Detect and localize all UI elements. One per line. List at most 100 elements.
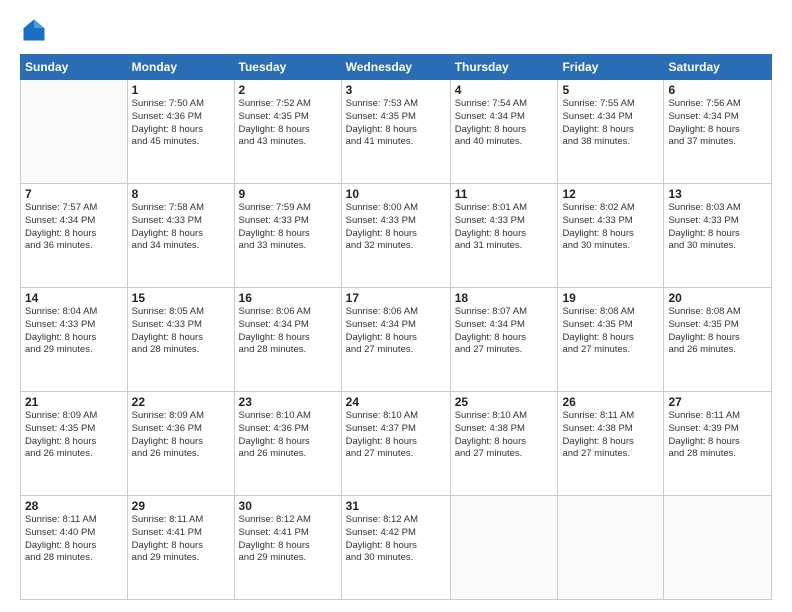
day-number: 17 — [346, 291, 446, 305]
day-number: 22 — [132, 395, 230, 409]
day-info: Sunrise: 8:12 AM Sunset: 4:42 PM Dayligh… — [346, 514, 446, 565]
day-number: 3 — [346, 83, 446, 97]
day-number: 21 — [25, 395, 123, 409]
day-number: 28 — [25, 499, 123, 513]
day-cell: 2Sunrise: 7:52 AM Sunset: 4:35 PM Daylig… — [234, 80, 341, 184]
day-number: 9 — [239, 187, 337, 201]
day-number: 8 — [132, 187, 230, 201]
day-cell: 15Sunrise: 8:05 AM Sunset: 4:33 PM Dayli… — [127, 288, 234, 392]
week-row-3: 14Sunrise: 8:04 AM Sunset: 4:33 PM Dayli… — [21, 288, 772, 392]
week-row-2: 7Sunrise: 7:57 AM Sunset: 4:34 PM Daylig… — [21, 184, 772, 288]
day-info: Sunrise: 7:57 AM Sunset: 4:34 PM Dayligh… — [25, 202, 123, 253]
day-info: Sunrise: 7:50 AM Sunset: 4:36 PM Dayligh… — [132, 98, 230, 149]
day-number: 15 — [132, 291, 230, 305]
day-number: 20 — [668, 291, 767, 305]
day-cell — [558, 496, 664, 600]
day-cell: 11Sunrise: 8:01 AM Sunset: 4:33 PM Dayli… — [450, 184, 558, 288]
day-cell: 10Sunrise: 8:00 AM Sunset: 4:33 PM Dayli… — [341, 184, 450, 288]
day-info: Sunrise: 8:02 AM Sunset: 4:33 PM Dayligh… — [562, 202, 659, 253]
day-info: Sunrise: 8:07 AM Sunset: 4:34 PM Dayligh… — [455, 306, 554, 357]
day-number: 31 — [346, 499, 446, 513]
day-number: 6 — [668, 83, 767, 97]
day-cell: 12Sunrise: 8:02 AM Sunset: 4:33 PM Dayli… — [558, 184, 664, 288]
day-info: Sunrise: 8:05 AM Sunset: 4:33 PM Dayligh… — [132, 306, 230, 357]
day-number: 4 — [455, 83, 554, 97]
day-number: 23 — [239, 395, 337, 409]
day-number: 29 — [132, 499, 230, 513]
day-cell — [664, 496, 772, 600]
day-info: Sunrise: 8:12 AM Sunset: 4:41 PM Dayligh… — [239, 514, 337, 565]
day-cell: 4Sunrise: 7:54 AM Sunset: 4:34 PM Daylig… — [450, 80, 558, 184]
day-info: Sunrise: 8:10 AM Sunset: 4:38 PM Dayligh… — [455, 410, 554, 461]
day-cell: 23Sunrise: 8:10 AM Sunset: 4:36 PM Dayli… — [234, 392, 341, 496]
day-info: Sunrise: 8:11 AM Sunset: 4:40 PM Dayligh… — [25, 514, 123, 565]
weekday-thursday: Thursday — [450, 55, 558, 80]
weekday-wednesday: Wednesday — [341, 55, 450, 80]
day-number: 2 — [239, 83, 337, 97]
day-info: Sunrise: 8:11 AM Sunset: 4:38 PM Dayligh… — [562, 410, 659, 461]
day-cell: 20Sunrise: 8:08 AM Sunset: 4:35 PM Dayli… — [664, 288, 772, 392]
weekday-sunday: Sunday — [21, 55, 128, 80]
day-cell: 29Sunrise: 8:11 AM Sunset: 4:41 PM Dayli… — [127, 496, 234, 600]
day-cell: 31Sunrise: 8:12 AM Sunset: 4:42 PM Dayli… — [341, 496, 450, 600]
day-info: Sunrise: 7:59 AM Sunset: 4:33 PM Dayligh… — [239, 202, 337, 253]
calendar-table: SundayMondayTuesdayWednesdayThursdayFrid… — [20, 54, 772, 600]
day-info: Sunrise: 8:06 AM Sunset: 4:34 PM Dayligh… — [346, 306, 446, 357]
day-cell — [21, 80, 128, 184]
day-cell: 3Sunrise: 7:53 AM Sunset: 4:35 PM Daylig… — [341, 80, 450, 184]
day-cell: 17Sunrise: 8:06 AM Sunset: 4:34 PM Dayli… — [341, 288, 450, 392]
day-info: Sunrise: 8:03 AM Sunset: 4:33 PM Dayligh… — [668, 202, 767, 253]
day-cell: 8Sunrise: 7:58 AM Sunset: 4:33 PM Daylig… — [127, 184, 234, 288]
day-info: Sunrise: 7:58 AM Sunset: 4:33 PM Dayligh… — [132, 202, 230, 253]
weekday-saturday: Saturday — [664, 55, 772, 80]
day-cell: 13Sunrise: 8:03 AM Sunset: 4:33 PM Dayli… — [664, 184, 772, 288]
day-info: Sunrise: 7:53 AM Sunset: 4:35 PM Dayligh… — [346, 98, 446, 149]
day-cell: 7Sunrise: 7:57 AM Sunset: 4:34 PM Daylig… — [21, 184, 128, 288]
day-cell: 21Sunrise: 8:09 AM Sunset: 4:35 PM Dayli… — [21, 392, 128, 496]
day-info: Sunrise: 8:11 AM Sunset: 4:41 PM Dayligh… — [132, 514, 230, 565]
day-info: Sunrise: 7:56 AM Sunset: 4:34 PM Dayligh… — [668, 98, 767, 149]
day-cell: 25Sunrise: 8:10 AM Sunset: 4:38 PM Dayli… — [450, 392, 558, 496]
week-row-1: 1Sunrise: 7:50 AM Sunset: 4:36 PM Daylig… — [21, 80, 772, 184]
day-cell: 22Sunrise: 8:09 AM Sunset: 4:36 PM Dayli… — [127, 392, 234, 496]
day-number: 16 — [239, 291, 337, 305]
day-info: Sunrise: 7:55 AM Sunset: 4:34 PM Dayligh… — [562, 98, 659, 149]
day-cell: 14Sunrise: 8:04 AM Sunset: 4:33 PM Dayli… — [21, 288, 128, 392]
day-number: 25 — [455, 395, 554, 409]
day-number: 18 — [455, 291, 554, 305]
day-number: 1 — [132, 83, 230, 97]
day-info: Sunrise: 8:11 AM Sunset: 4:39 PM Dayligh… — [668, 410, 767, 461]
day-cell: 26Sunrise: 8:11 AM Sunset: 4:38 PM Dayli… — [558, 392, 664, 496]
day-cell: 19Sunrise: 8:08 AM Sunset: 4:35 PM Dayli… — [558, 288, 664, 392]
day-cell: 1Sunrise: 7:50 AM Sunset: 4:36 PM Daylig… — [127, 80, 234, 184]
day-info: Sunrise: 8:10 AM Sunset: 4:37 PM Dayligh… — [346, 410, 446, 461]
calendar-page: SundayMondayTuesdayWednesdayThursdayFrid… — [0, 0, 792, 612]
day-info: Sunrise: 8:04 AM Sunset: 4:33 PM Dayligh… — [25, 306, 123, 357]
day-info: Sunrise: 8:09 AM Sunset: 4:36 PM Dayligh… — [132, 410, 230, 461]
day-cell: 27Sunrise: 8:11 AM Sunset: 4:39 PM Dayli… — [664, 392, 772, 496]
day-number: 19 — [562, 291, 659, 305]
day-info: Sunrise: 8:01 AM Sunset: 4:33 PM Dayligh… — [455, 202, 554, 253]
day-number: 14 — [25, 291, 123, 305]
day-info: Sunrise: 8:10 AM Sunset: 4:36 PM Dayligh… — [239, 410, 337, 461]
logo-icon — [20, 16, 48, 44]
day-cell: 24Sunrise: 8:10 AM Sunset: 4:37 PM Dayli… — [341, 392, 450, 496]
day-number: 24 — [346, 395, 446, 409]
day-cell: 28Sunrise: 8:11 AM Sunset: 4:40 PM Dayli… — [21, 496, 128, 600]
day-info: Sunrise: 8:08 AM Sunset: 4:35 PM Dayligh… — [668, 306, 767, 357]
weekday-tuesday: Tuesday — [234, 55, 341, 80]
day-info: Sunrise: 8:00 AM Sunset: 4:33 PM Dayligh… — [346, 202, 446, 253]
day-info: Sunrise: 7:52 AM Sunset: 4:35 PM Dayligh… — [239, 98, 337, 149]
day-number: 13 — [668, 187, 767, 201]
day-cell — [450, 496, 558, 600]
day-number: 27 — [668, 395, 767, 409]
day-info: Sunrise: 7:54 AM Sunset: 4:34 PM Dayligh… — [455, 98, 554, 149]
weekday-monday: Monday — [127, 55, 234, 80]
day-number: 7 — [25, 187, 123, 201]
day-info: Sunrise: 8:09 AM Sunset: 4:35 PM Dayligh… — [25, 410, 123, 461]
day-cell: 5Sunrise: 7:55 AM Sunset: 4:34 PM Daylig… — [558, 80, 664, 184]
day-number: 26 — [562, 395, 659, 409]
weekday-header-row: SundayMondayTuesdayWednesdayThursdayFrid… — [21, 55, 772, 80]
weekday-friday: Friday — [558, 55, 664, 80]
day-number: 10 — [346, 187, 446, 201]
